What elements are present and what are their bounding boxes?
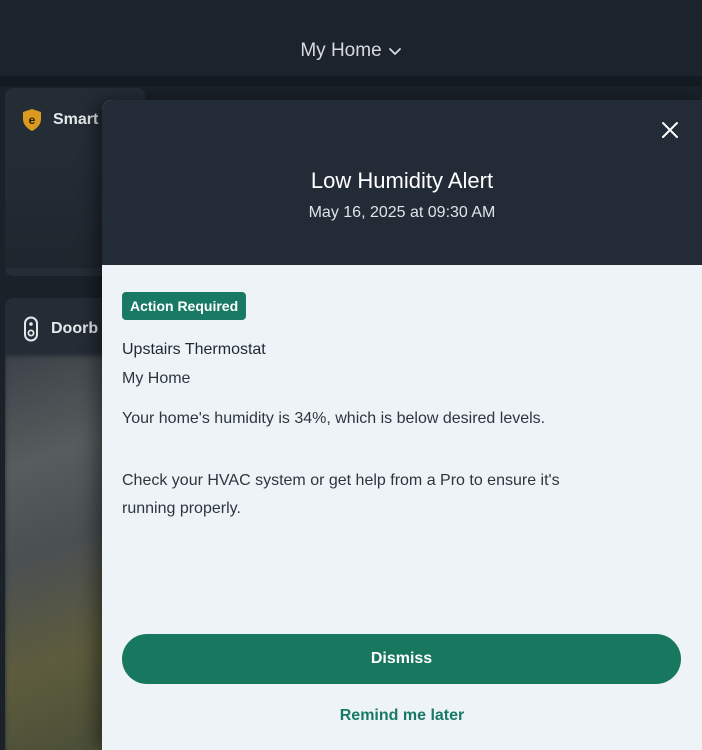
close-icon xyxy=(662,122,678,138)
shield-e-icon: e xyxy=(23,109,41,131)
modal-body: Action Required Upstairs Thermostat My H… xyxy=(102,265,702,523)
svg-text:e: e xyxy=(29,113,36,127)
smart-card-title: Smart xyxy=(53,111,99,128)
dismiss-button[interactable]: Dismiss xyxy=(122,634,681,684)
modal-title: Low Humidity Alert xyxy=(310,168,494,193)
divider xyxy=(0,76,702,86)
alert-modal: Low Humidity Alert May 16, 2025 at 09:30… xyxy=(102,100,702,750)
alert-advice: Check your HVAC system or get help from … xyxy=(122,472,560,517)
doorbell-card-title: Doorb xyxy=(51,320,99,337)
alert-timestamp: May 16, 2025 at 09:30 AM xyxy=(308,204,496,221)
top-bar: My Home xyxy=(0,0,702,78)
home-name: My Home xyxy=(122,370,191,387)
close-button[interactable] xyxy=(658,118,682,142)
home-selector[interactable]: My Home xyxy=(300,40,401,62)
alert-message: Your home's humidity is 34%, which is be… xyxy=(122,410,546,427)
doorbell-icon xyxy=(24,316,38,342)
remind-later-button[interactable]: Remind me later xyxy=(102,707,702,725)
home-selector-label: My Home xyxy=(300,40,382,61)
device-name: Upstairs Thermostat xyxy=(122,341,266,358)
chevron-down-icon xyxy=(388,48,401,55)
modal-header: Low Humidity Alert May 16, 2025 at 09:30… xyxy=(102,100,702,265)
status-badge: Action Required xyxy=(122,292,247,320)
